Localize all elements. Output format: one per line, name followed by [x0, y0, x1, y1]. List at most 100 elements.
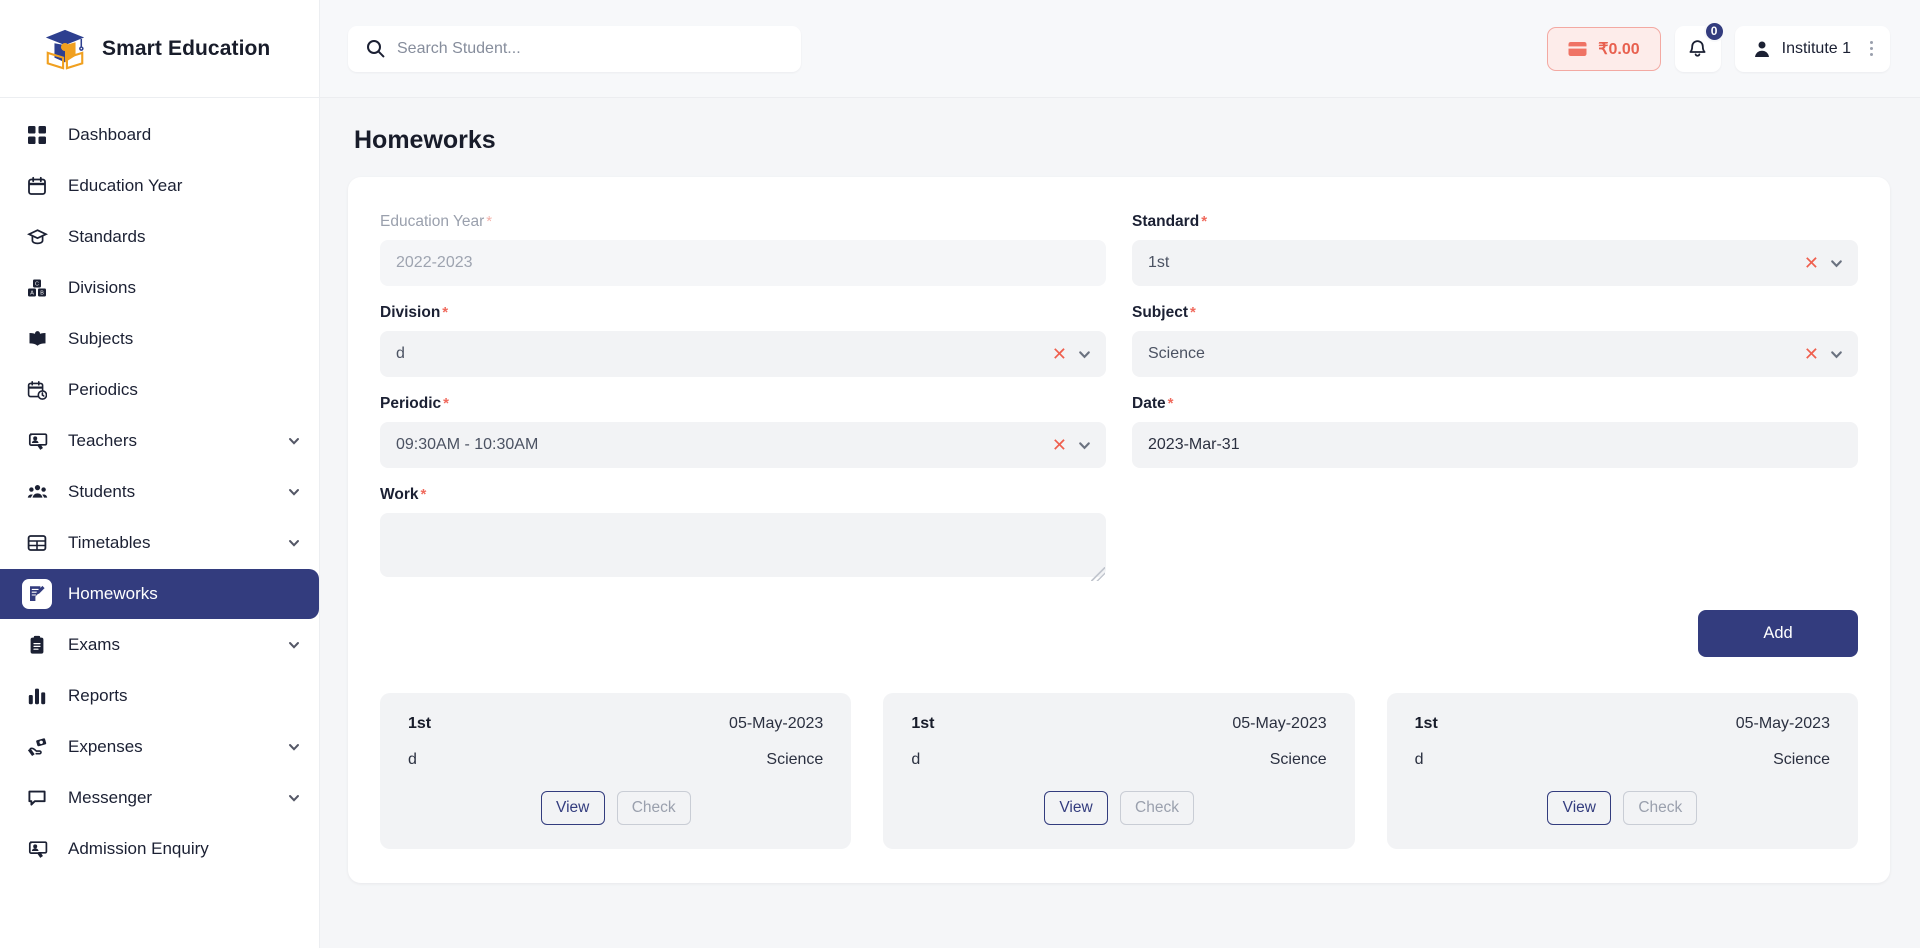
homework-card-meta: d Science — [911, 751, 1326, 769]
search-input[interactable] — [397, 40, 783, 58]
field-label: Standard* — [1132, 213, 1858, 231]
sidebar-item-subjects[interactable]: Subjects — [0, 314, 319, 364]
add-button[interactable]: Add — [1698, 610, 1858, 657]
calendar-icon — [22, 171, 52, 201]
sidebar-item-messenger[interactable]: Messenger — [0, 773, 319, 823]
required-mark: * — [420, 486, 426, 503]
search-box[interactable] — [348, 26, 801, 72]
education-year-value: 2022-2023 — [396, 254, 1092, 272]
view-button[interactable]: View — [541, 791, 605, 825]
homework-card-meta: d Science — [1415, 751, 1830, 769]
table-icon — [22, 528, 52, 558]
field-label: Work* — [380, 486, 1106, 504]
form-grid: Education Year* 2022-2023 Standard* 1st — [380, 213, 1858, 600]
field-date: Date* 2023-Mar-31 — [1132, 395, 1858, 468]
notifications-button[interactable]: 0 — [1675, 26, 1721, 72]
periodic-value: 09:30AM - 10:30AM — [396, 436, 1048, 454]
sidebar-item-standards[interactable]: Standards — [0, 212, 319, 262]
field-label: Subject* — [1132, 304, 1858, 322]
chevron-down-icon[interactable] — [287, 536, 301, 550]
sidebar-item-expenses[interactable]: Expenses — [0, 722, 319, 772]
clipboard-icon — [22, 630, 52, 660]
sidebar-item-students[interactable]: Students — [0, 467, 319, 517]
blocks-icon: CAB — [22, 273, 52, 303]
clear-icon[interactable]: ✕ — [1800, 254, 1829, 272]
division-select[interactable]: d ✕ — [380, 331, 1106, 377]
clear-icon[interactable]: ✕ — [1048, 436, 1077, 454]
required-mark: * — [1190, 304, 1196, 321]
chevron-down-icon[interactable] — [287, 434, 301, 448]
sidebar-item-admission-enquiry[interactable]: Admission Enquiry — [0, 824, 319, 874]
svg-text:C: C — [35, 282, 39, 288]
check-button: Check — [617, 791, 691, 825]
app-root: Smart Education Dashboard Education Year — [0, 0, 1920, 948]
user-menu[interactable]: Institute 1 — [1735, 26, 1890, 72]
brand-name: Smart Education — [102, 37, 270, 61]
field-periodic: Periodic* 09:30AM - 10:30AM ✕ — [380, 395, 1106, 468]
sidebar-item-label: Reports — [68, 686, 128, 706]
enquiry-icon — [22, 834, 52, 864]
note-pencil-icon — [22, 579, 52, 609]
field-division: Division* d ✕ — [380, 304, 1106, 377]
chevron-down-icon[interactable] — [287, 791, 301, 805]
chat-bubble-icon — [22, 783, 52, 813]
sidebar-item-label: Standards — [68, 227, 146, 247]
search-icon — [366, 39, 385, 58]
chevron-down-icon[interactable] — [1077, 438, 1092, 453]
field-label: Education Year* — [380, 213, 1106, 231]
bell-icon — [1687, 38, 1708, 59]
svg-text:B: B — [40, 291, 44, 297]
brand[interactable]: Smart Education — [0, 0, 319, 98]
required-mark: * — [1201, 213, 1207, 230]
view-button[interactable]: View — [1044, 791, 1108, 825]
bar-chart-icon — [22, 681, 52, 711]
sidebar-item-divisions[interactable]: CAB Divisions — [0, 263, 319, 313]
field-standard: Standard* 1st ✕ — [1132, 213, 1858, 286]
graduation-cap-icon — [22, 222, 52, 252]
homework-card: 1st 05-May-2023 d Science View Check — [1387, 693, 1858, 849]
sidebar-item-dashboard[interactable]: Dashboard — [0, 110, 319, 160]
homework-standard: 1st — [911, 715, 934, 733]
homework-date: 05-May-2023 — [1232, 715, 1326, 733]
homework-division: d — [911, 751, 920, 769]
sidebar-item-education-year[interactable]: Education Year — [0, 161, 319, 211]
homework-division: d — [1415, 751, 1424, 769]
chevron-down-icon[interactable] — [287, 638, 301, 652]
subject-select[interactable]: Science ✕ — [1132, 331, 1858, 377]
sidebar-item-label: Expenses — [68, 737, 143, 757]
chevron-down-icon[interactable] — [1829, 347, 1844, 362]
chevron-down-icon[interactable] — [1829, 256, 1844, 271]
sidebar-item-exams[interactable]: Exams — [0, 620, 319, 670]
sidebar-item-periodics[interactable]: Periodics — [0, 365, 319, 415]
sidebar-item-timetables[interactable]: Timetables — [0, 518, 319, 568]
chevron-down-icon[interactable] — [287, 740, 301, 754]
svg-text:A: A — [30, 291, 34, 297]
date-input[interactable]: 2023-Mar-31 — [1132, 422, 1858, 468]
periodic-select[interactable]: 09:30AM - 10:30AM ✕ — [380, 422, 1106, 468]
sidebar-item-label: Messenger — [68, 788, 152, 808]
homework-card: 1st 05-May-2023 d Science View Check — [380, 693, 851, 849]
standard-select[interactable]: 1st ✕ — [1132, 240, 1858, 286]
homework-division: d — [408, 751, 417, 769]
sidebar-item-homeworks[interactable]: Homeworks — [0, 569, 319, 619]
chevron-down-icon[interactable] — [1077, 347, 1092, 362]
chevron-down-icon[interactable] — [287, 485, 301, 499]
sidebar-item-teachers[interactable]: Teachers — [0, 416, 319, 466]
sidebar-item-label: Admission Enquiry — [68, 839, 209, 859]
sidebar-item-label: Education Year — [68, 176, 182, 196]
clear-icon[interactable]: ✕ — [1800, 345, 1829, 363]
sidebar-item-reports[interactable]: Reports — [0, 671, 319, 721]
division-value: d — [396, 345, 1048, 363]
required-mark: * — [1168, 395, 1174, 412]
homework-card-actions: View Check — [911, 791, 1326, 825]
clear-icon[interactable]: ✕ — [1048, 345, 1077, 363]
homework-card-header: 1st 05-May-2023 — [1415, 715, 1830, 733]
check-button: Check — [1623, 791, 1697, 825]
wallet-balance-button[interactable]: ₹0.00 — [1547, 27, 1660, 71]
work-textarea[interactable] — [380, 513, 1106, 577]
view-button[interactable]: View — [1547, 791, 1611, 825]
standard-value: 1st — [1148, 254, 1800, 272]
main-area: ₹0.00 0 Institute 1 — [320, 0, 1920, 948]
topbar-actions: ₹0.00 0 Institute 1 — [1547, 26, 1890, 72]
vertical-dots-icon[interactable] — [1862, 41, 1880, 56]
